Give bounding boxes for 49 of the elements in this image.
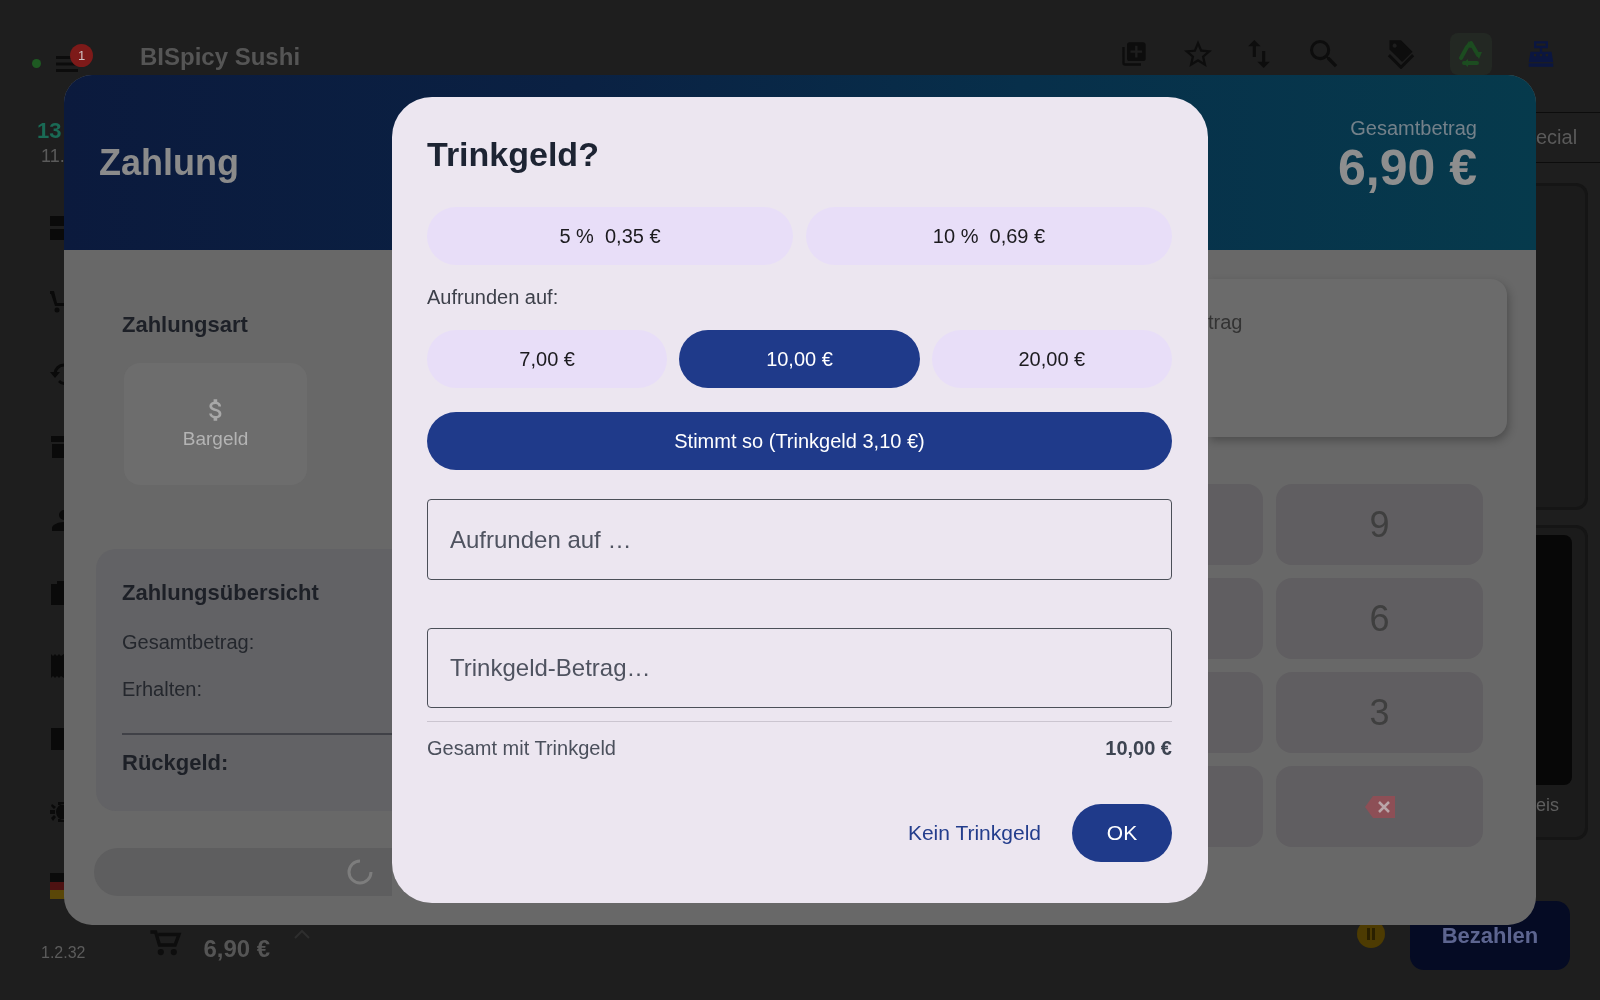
round-up-option-button[interactable]: 20,00 €: [931, 330, 1172, 388]
total-amount: 6,90 €: [1338, 139, 1477, 196]
notification-count: 1: [70, 44, 93, 67]
total-label: Gesamt mit Trinkgeld: [427, 736, 616, 760]
dialog-title: Trinkgeld?: [427, 134, 599, 175]
keypad-key[interactable]: [1208, 672, 1263, 753]
summary-label: Gesamtbetrag:: [122, 630, 255, 654]
dialog-title: Zahlung: [99, 141, 239, 184]
keypad-key[interactable]: [1208, 484, 1263, 565]
no-tip-button[interactable]: Kein Trinkgeld: [899, 804, 1049, 862]
clipboard-icon[interactable]: [50, 581, 64, 605]
product-name: eis: [1536, 794, 1559, 816]
date-text: 11.: [41, 145, 65, 167]
product-card[interactable]: [1536, 183, 1588, 510]
cart-icon[interactable]: [50, 289, 64, 313]
cash-register-icon[interactable]: [1527, 40, 1555, 68]
keypad-key[interactable]: [1208, 578, 1263, 659]
version-text: 1.2.32: [41, 943, 86, 962]
menu-icon[interactable]: [56, 56, 78, 72]
amount-label: trag: [1208, 310, 1243, 334]
clock-text: 13: [37, 118, 62, 144]
summary-label: Erhalten:: [122, 677, 203, 701]
tip-option-button[interactable]: 10 % 0,69 €: [806, 207, 1172, 265]
total-label: Gesamtbetrag: [1350, 115, 1477, 140]
section-heading: Zahlungsart: [122, 312, 248, 338]
round-up-option-button[interactable]: 10,00 €: [679, 330, 920, 388]
receipt-icon[interactable]: [50, 654, 64, 678]
backspace-icon: [1364, 795, 1395, 818]
gear-icon[interactable]: [50, 800, 64, 824]
ok-button[interactable]: OK: [1072, 804, 1172, 862]
section-label: Aufrunden auf:: [427, 285, 559, 309]
recycle-icon[interactable]: [1450, 33, 1492, 75]
backspace-key[interactable]: [1276, 766, 1483, 847]
store-icon[interactable]: [50, 435, 64, 459]
tip-option-button[interactable]: 5 % 0,35 €: [427, 207, 793, 265]
input-field[interactable]: Aufrunden auf …: [427, 499, 1172, 580]
keypad-key[interactable]: [1208, 766, 1263, 847]
round-up-option-button[interactable]: 7,00 €: [427, 330, 668, 388]
change-label: Rückgeld:: [122, 750, 229, 776]
section-heading: Zahlungsübersicht: [122, 580, 319, 606]
grid-icon[interactable]: [50, 216, 64, 240]
total-amount: 10,00 €: [1105, 736, 1172, 760]
person-icon[interactable]: [50, 508, 64, 532]
confirm-button[interactable]: [94, 848, 392, 896]
history-icon[interactable]: [50, 362, 64, 386]
flag-icon[interactable]: [50, 873, 65, 899]
box-icon[interactable]: [50, 727, 64, 751]
keep-change-button[interactable]: Stimmt so (Trinkgeld 3,10 €): [427, 412, 1172, 470]
input-field[interactable]: Trinkgeld-Betrag…: [427, 628, 1172, 708]
